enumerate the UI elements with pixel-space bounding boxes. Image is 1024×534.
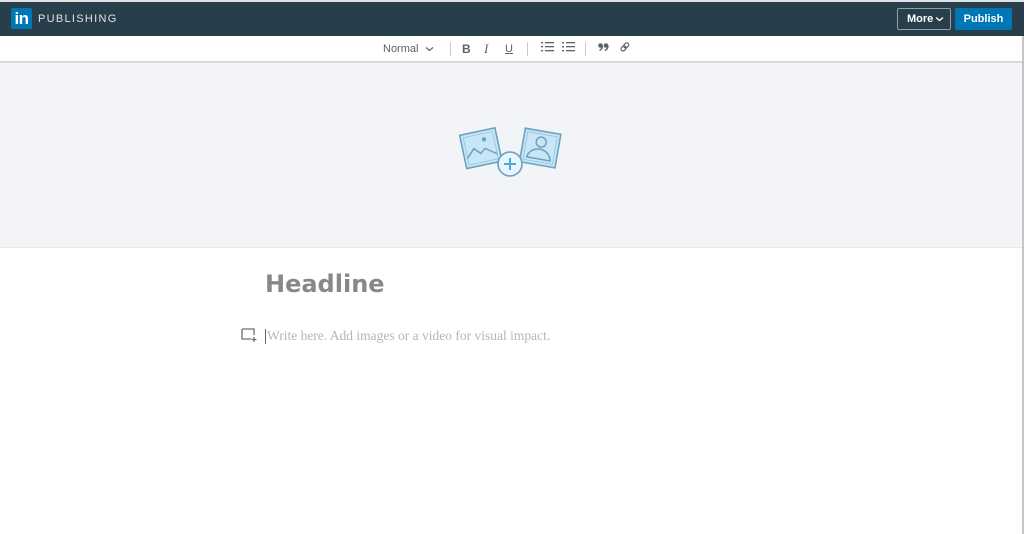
quote-icon[interactable]: [598, 43, 609, 51]
numbered-list-icon[interactable]: [541, 41, 554, 53]
text-style-select[interactable]: Normal: [383, 40, 435, 58]
chevron-down-icon: [935, 17, 944, 22]
text-cursor: [265, 329, 266, 344]
more-button[interactable]: More: [897, 8, 951, 30]
toolbar-divider: [527, 42, 528, 56]
body-input[interactable]: Write here. Add images or a video for vi…: [267, 328, 550, 344]
linkedin-logo[interactable]: in: [11, 8, 32, 29]
publishing-label: PUBLISHING: [38, 13, 118, 25]
chevron-down-icon: [425, 47, 434, 52]
toolbar-divider: [450, 42, 451, 56]
add-media-icon[interactable]: [241, 328, 257, 342]
cover-image-dropzone[interactable]: [0, 63, 1022, 248]
italic-button[interactable]: I: [484, 40, 488, 58]
toolbar-divider: [585, 42, 586, 56]
add-cover-image-icon[interactable]: [458, 125, 564, 179]
top-bar: in PUBLISHING More Publish: [0, 0, 1024, 36]
publish-button[interactable]: Publish: [955, 8, 1012, 30]
bold-button[interactable]: B: [462, 40, 471, 58]
underline-button[interactable]: U: [505, 40, 513, 58]
more-button-label: More: [907, 13, 934, 25]
text-style-value: Normal: [383, 43, 419, 55]
headline-input[interactable]: Headline: [265, 270, 385, 298]
bulleted-list-icon[interactable]: [562, 41, 575, 53]
formatting-toolbar: Normal B I U: [0, 36, 1024, 63]
link-icon[interactable]: [620, 42, 630, 52]
